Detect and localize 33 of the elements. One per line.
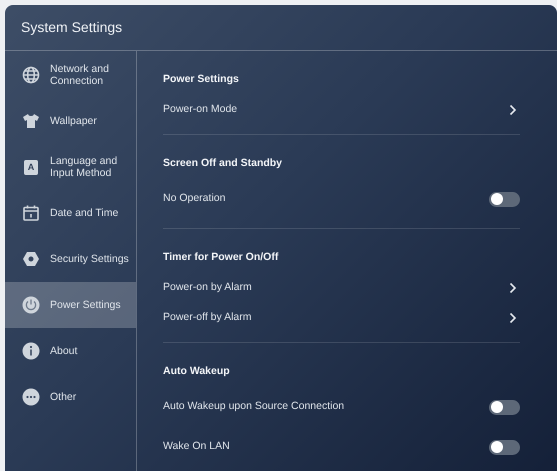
toggle-switch[interactable] <box>489 192 520 206</box>
setting-row[interactable]: No Operation <box>163 179 520 219</box>
hexagon-icon <box>22 250 40 268</box>
sidebar-item[interactable]: Wallpaper <box>5 98 136 144</box>
toggle-switch[interactable] <box>489 400 520 414</box>
sidebar-item[interactable]: Security Settings <box>5 236 136 282</box>
sidebar-item[interactable]: About <box>5 328 136 374</box>
shirt-icon <box>22 112 40 130</box>
section-heading: Timer for Power On/Off <box>163 250 278 266</box>
info-icon <box>22 342 40 360</box>
sidebar-item[interactable]: Other <box>5 374 136 420</box>
sidebar-item[interactable]: Date and Time <box>5 190 136 236</box>
setting-row[interactable]: Power-off by Alarm <box>163 303 520 333</box>
chevron-right-icon <box>509 282 517 294</box>
section-heading: Auto Wakeup <box>163 364 230 380</box>
setting-row[interactable]: Power-on by Alarm <box>163 273 520 303</box>
sidebar-item[interactable]: Network and Connection <box>5 52 136 98</box>
chevron-right-icon <box>509 312 517 324</box>
sidebar-item[interactable]: A Language and Input Method <box>5 144 136 190</box>
globe-icon <box>22 66 40 84</box>
calendar-icon <box>22 204 40 222</box>
more-icon <box>22 388 40 406</box>
section-heading: Screen Off and Standby <box>163 156 282 172</box>
window-title: System Settings <box>21 18 122 37</box>
power-icon <box>22 296 40 314</box>
section-heading: Power Settings <box>163 72 239 88</box>
sidebar-item[interactable]: Power Settings <box>5 282 136 328</box>
chevron-right-icon <box>509 104 517 116</box>
toggle-switch[interactable] <box>489 440 520 454</box>
setting-row[interactable]: Power-on Mode <box>163 95 520 125</box>
keyboard-key-icon: A <box>24 160 38 174</box>
setting-row[interactable]: Auto Wakeup upon Source Connection <box>163 387 520 427</box>
setting-row[interactable]: Wake On LAN <box>163 427 520 467</box>
